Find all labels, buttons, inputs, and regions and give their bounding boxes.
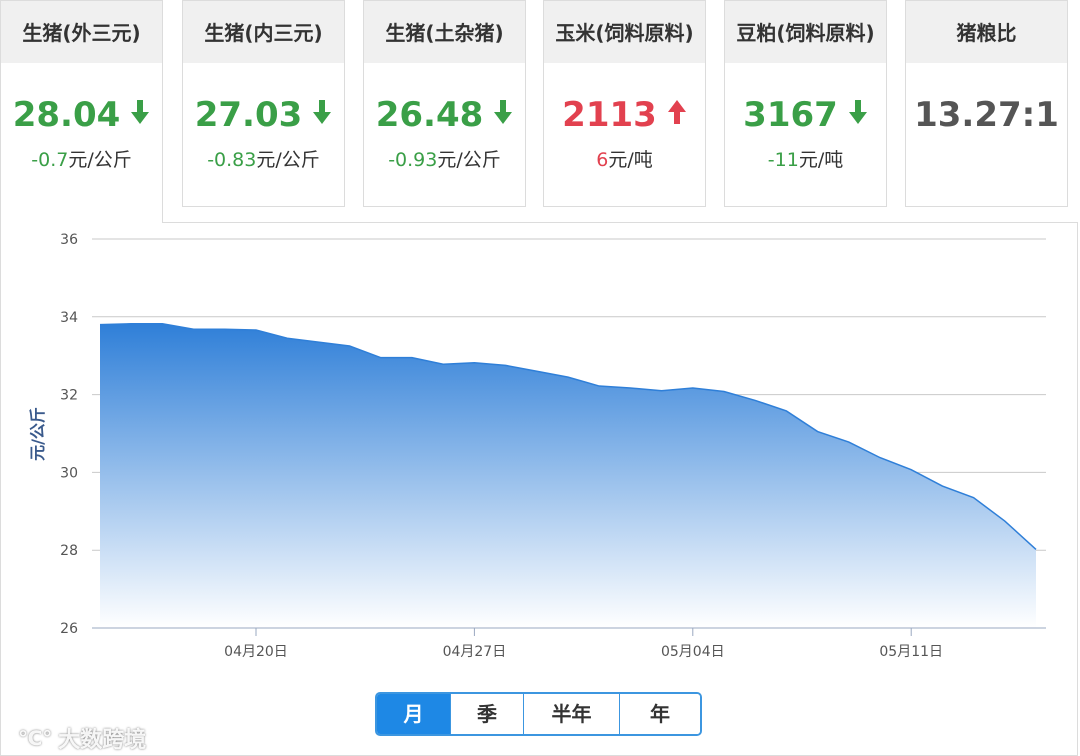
card-value: 27.03: [194, 95, 303, 135]
watermark-text: 大数跨境: [58, 728, 147, 753]
card-value: 3167: [743, 95, 838, 135]
watermark-logo-icon: ℃°: [18, 726, 53, 750]
card-change-unit: 元/公斤: [68, 149, 132, 171]
period-button[interactable]: 半年: [524, 694, 620, 734]
period-button[interactable]: 月: [377, 694, 451, 734]
arrow-down-icon: [848, 92, 868, 136]
card-change-unit: 元/公斤: [256, 149, 320, 171]
card-value-row: 13.27:1: [906, 93, 1067, 137]
card-change-value: -0.7: [31, 149, 69, 171]
watermark: ℃° 大数跨境: [18, 722, 146, 754]
card-change-unit: 元/公斤: [437, 149, 501, 171]
card-value: 26.48: [375, 95, 484, 135]
card-title: 豆粕(饲料原料): [725, 1, 886, 63]
card-change-unit: 元/吨: [798, 149, 844, 171]
card-change-value: -11: [767, 149, 799, 171]
y-tick-label: 32: [60, 388, 78, 404]
card-title: 玉米(饲料原料): [544, 1, 705, 63]
card-value: 2113: [562, 95, 657, 135]
card-change: -0.93元/公斤: [364, 145, 525, 172]
card-value-row: 26.48: [364, 93, 525, 137]
x-tick-label: 04月27日: [443, 644, 507, 660]
card-value-row: 28.04: [1, 93, 162, 137]
price-card[interactable]: 生猪(土杂猪) 26.48 -0.93元/公斤: [363, 0, 526, 207]
y-tick-label: 34: [60, 310, 78, 326]
price-card[interactable]: 玉米(饲料原料) 2113 6元/吨: [543, 0, 706, 207]
card-value-row: 3167: [725, 93, 886, 137]
card-change-value: -0.83: [207, 149, 257, 171]
card-value: 28.04: [12, 95, 121, 135]
x-tick-label: 05月11日: [879, 644, 943, 660]
card-change: -0.7元/公斤: [1, 145, 162, 172]
card-title: 生猪(内三元): [183, 1, 344, 63]
card-change-unit: 元/吨: [608, 149, 653, 171]
period-button[interactable]: 季: [451, 694, 524, 734]
y-axis-label: 元/公斤: [28, 407, 47, 461]
y-tick-label: 30: [60, 465, 78, 481]
arrow-down-icon: [493, 92, 513, 136]
card-change-value: 6: [596, 149, 609, 171]
series-area: [100, 323, 1036, 628]
price-card[interactable]: 豆粕(饲料原料) 3167 -11元/吨: [724, 0, 887, 207]
card-title: 生猪(土杂猪): [364, 1, 525, 63]
card-change: 6元/吨: [544, 145, 705, 172]
x-tick-label: 04月20日: [224, 644, 288, 660]
arrow-down-icon: [130, 92, 150, 136]
card-change-value: -0.93: [388, 149, 438, 171]
x-tick-label: 05月04日: [661, 644, 725, 660]
card-value-row: 2113: [544, 93, 705, 137]
y-tick-label: 36: [60, 232, 78, 248]
arrow-down-icon: [312, 92, 332, 136]
card-title: 生猪(外三元): [1, 1, 162, 63]
price-card[interactable]: 猪粮比 13.27:1: [905, 0, 1068, 207]
arrow-up-icon: [667, 92, 687, 136]
price-card[interactable]: 生猪(内三元) 27.03 -0.83元/公斤: [182, 0, 345, 207]
price-area-chart: 26 28 30 32 34 36 04月20日 04月27日 05月04日 05月11日 元/公斤: [28, 232, 1046, 660]
card-value: 13.27:1: [914, 95, 1059, 135]
period-selector: 月季半年年: [375, 692, 702, 736]
card-title: 猪粮比: [906, 1, 1067, 63]
card-value-row: 27.03: [183, 93, 344, 137]
y-tick-label: 28: [60, 543, 78, 559]
price-card[interactable]: 生猪(外三元) 28.04 -0.7元/公斤: [0, 0, 163, 223]
y-tick-label: 26: [60, 621, 78, 637]
card-change: -11元/吨: [725, 145, 886, 172]
period-button[interactable]: 年: [620, 694, 700, 734]
card-change: -0.83元/公斤: [183, 145, 344, 172]
